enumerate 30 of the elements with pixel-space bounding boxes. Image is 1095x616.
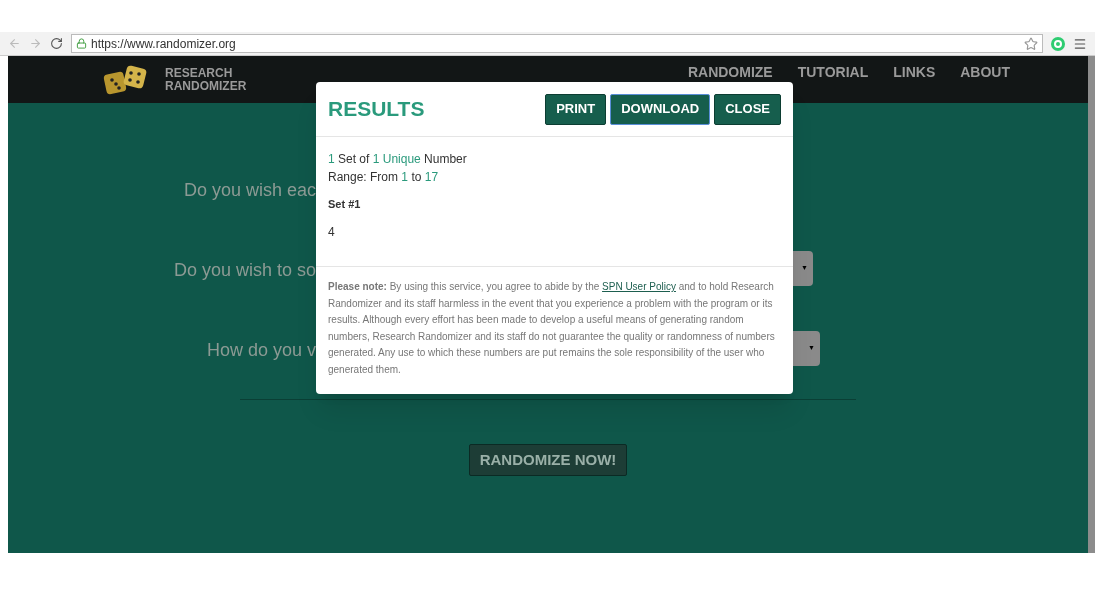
logo-text[interactable]: RANDOMIZER: [165, 79, 247, 93]
logo-text[interactable]: RESEARCH: [165, 66, 247, 80]
nav-link[interactable]: ABOUT: [960, 62, 1010, 83]
back-icon[interactable]: [8, 37, 21, 50]
summary-line: 1 Set of 1 Unique Number: [328, 151, 468, 168]
extension-icon[interactable]: [1051, 36, 1065, 51]
question-text: Do you wish eac: [182, 179, 316, 202]
summary-line: Range: From 1 to 17: [328, 169, 440, 186]
dialog-button[interactable]: CLOSE: [714, 93, 781, 125]
nav-link[interactable]: RANDOMIZE: [687, 62, 773, 83]
menu-icon[interactable]: [1073, 36, 1087, 51]
bookmark-star-icon[interactable]: [1024, 36, 1038, 51]
set-value: 4: [328, 223, 336, 241]
disclaimer-text: Please note: By using this service, you agree to abide by the SPN User Policy and to hold Research Randomizer and its staff harmless in the event that you experience a problem with the program or its results. Although every effort has been made to develop a useful means of generating random numbers, Research Randomizer and its staff do not guarantee the quality or randomness of numbers generated. Any use to which these numbers are put remains the sole responsibility of the user who generated them.: [327, 280, 776, 377]
url-text: https://www.randomizer.org: [91, 35, 236, 53]
question-text: How do you v: [205, 339, 316, 362]
question-text: Do you wish to so: [172, 259, 316, 282]
dialog-button[interactable]: PRINT: [545, 93, 607, 125]
reload-icon[interactable]: [50, 37, 63, 50]
dialog-button[interactable]: DOWNLOAD: [610, 93, 711, 125]
dice-icon: [103, 64, 149, 95]
randomize-button[interactable]: RANDOMIZE NOW!: [468, 444, 628, 476]
forward-icon[interactable]: [29, 37, 42, 50]
address-bar[interactable]: https://www.randomizer.org: [71, 34, 1043, 53]
policy-link[interactable]: SPN User Policy: [602, 281, 676, 292]
lock-icon: [76, 38, 87, 49]
nav-link[interactable]: LINKS: [893, 62, 936, 83]
nav-link[interactable]: TUTORIAL: [797, 62, 869, 83]
set-label: Set #1: [328, 197, 362, 212]
dialog-title: RESULTS: [328, 96, 425, 123]
